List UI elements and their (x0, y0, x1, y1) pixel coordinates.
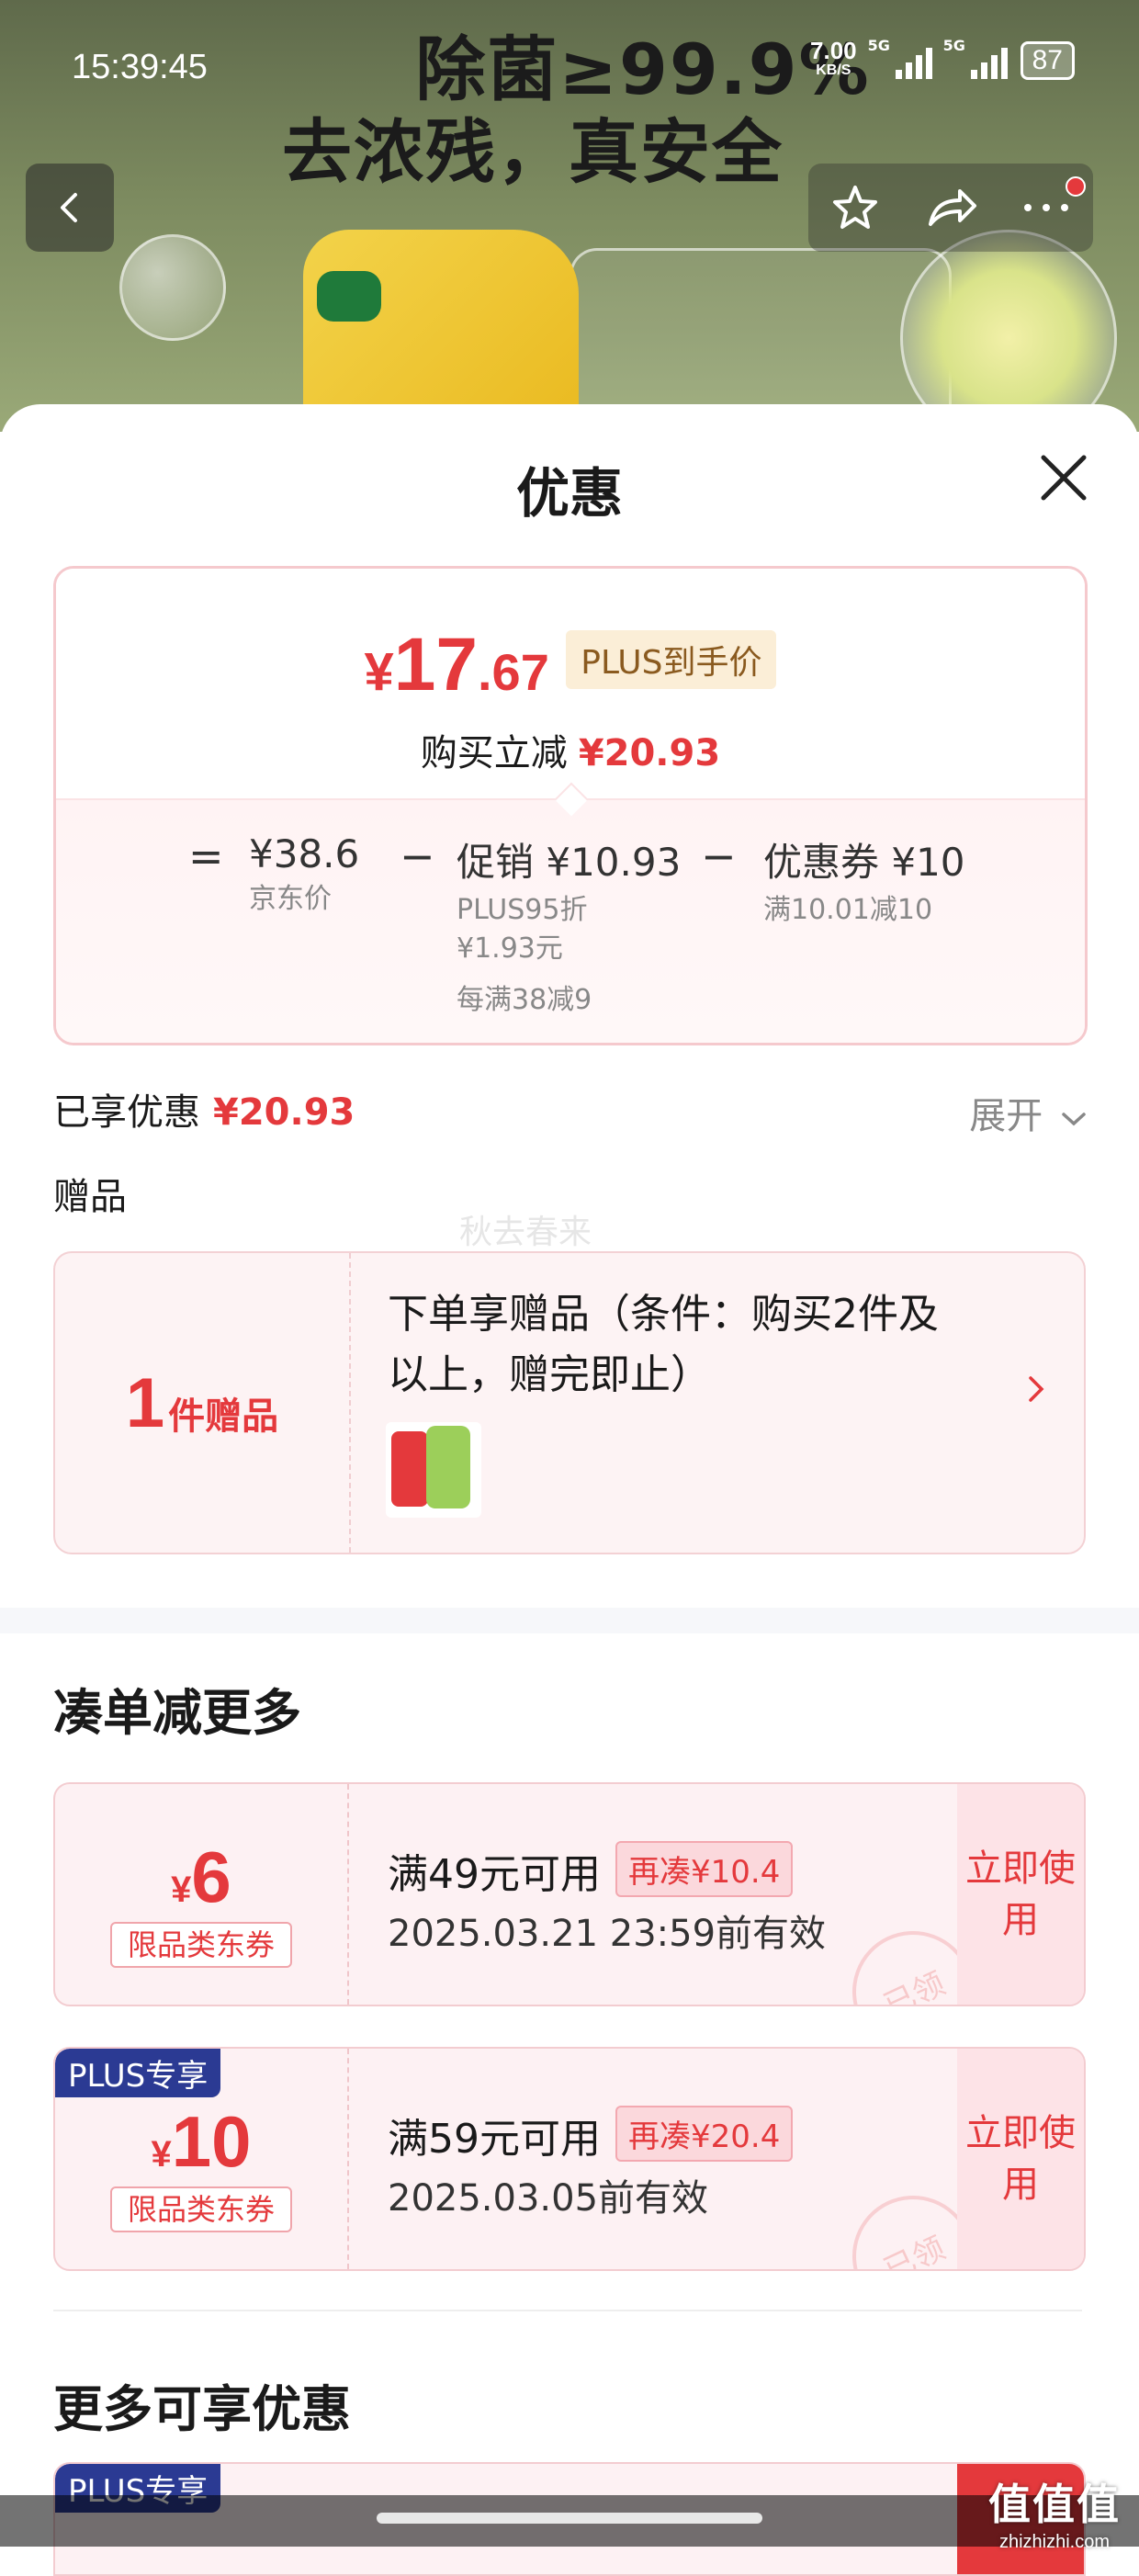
jd-price-col: ¥38.6 京东价 (249, 831, 360, 915)
coupon-col: 优惠券 ¥10 满10.01减10 (763, 840, 965, 926)
status-icons: 7.00 KB/S 5G 5G 87 (810, 37, 1075, 81)
home-indicator[interactable] (377, 2513, 762, 2524)
price-breakdown: = ¥38.6 京东价 − 促销 ¥10.93 PLUS95折 ¥1.93元 每… (56, 798, 1085, 1043)
minus-sign: − (400, 831, 435, 881)
section-divider (0, 1608, 1139, 1633)
battery-indicator: 87 (1020, 41, 1075, 80)
chevron-down-icon (1062, 1113, 1086, 1126)
expand-button[interactable]: 展开 (969, 1086, 1088, 1139)
coupon-card[interactable]: PLUS专享 ¥10 限品类东券 满59元可用 再凑¥20.4 2025.03.0… (53, 2047, 1086, 2271)
coupon-condition: 满49元可用 再凑¥10.4 (388, 1841, 794, 1900)
price-top: ¥17.67 PLUS到手价 购买立减 ¥20.93 (56, 569, 1085, 798)
lemon-bubble-graphic (900, 230, 1117, 432)
share-icon[interactable] (923, 182, 978, 233)
enjoyed-discount: 已享优惠 ¥20.93 (53, 1091, 355, 1134)
top-action-bar (808, 164, 1093, 252)
coupon-need-more: 再凑¥10.4 (615, 1841, 794, 1897)
coupon-need-more: 再凑¥20.4 (615, 2106, 794, 2162)
signal-icon: 5G (943, 37, 1008, 79)
star-icon[interactable] (829, 182, 881, 233)
plus-price-tag: PLUS到手价 (566, 630, 777, 689)
gift-thumbnail[interactable] (386, 1422, 481, 1518)
signal-icon: 5G (868, 37, 932, 79)
bundle-section-title: 凑单减更多 (53, 1684, 301, 1742)
coupon-amount: ¥6 (171, 1836, 231, 1917)
final-price: ¥17.67 (364, 623, 549, 706)
discount-sheet: 优惠 ¥17.67 PLUS到手价 购买立减 ¥20.93 = ¥38.6 京东价… (0, 404, 1139, 2576)
coupon-validity: 2025.03.21 23:59前有效 (388, 1913, 827, 1955)
coupon-amount: ¥10 (151, 2101, 252, 2182)
close-icon[interactable] (1034, 448, 1093, 507)
watermark-text: 秋去春来 (459, 1214, 592, 1251)
back-icon (61, 193, 77, 222)
status-time: 15:39:45 (72, 48, 208, 86)
promo-col: 促销 ¥10.93 PLUS95折 ¥1.93元 每满38减9 (457, 840, 682, 1016)
coupon-card[interactable]: ¥6 限品类东券 满49元可用 再凑¥10.4 2025.03.21 23:59前… (53, 1782, 1086, 2006)
use-coupon-button[interactable]: 立即使用 (957, 1784, 1084, 2005)
more-icon[interactable] (1021, 198, 1072, 217)
coupon-type: 限品类东券 (110, 2186, 292, 2232)
bottle-cap-graphic (317, 271, 381, 322)
coupon-validity: 2025.03.05前有效 (388, 2177, 709, 2220)
minus-sign: − (701, 831, 737, 881)
use-coupon-button[interactable]: 立即使用 (957, 2049, 1084, 2269)
gift-count: 1 件赠品 (55, 1253, 351, 1553)
net-speed: 7.00 KB/S (810, 37, 857, 78)
more-offers-title: 更多可享优惠 (53, 2380, 351, 2438)
divider-line (53, 2310, 1082, 2311)
instant-cut: 购买立减 ¥20.93 (420, 732, 721, 774)
product-bottle-graphic (303, 230, 579, 432)
site-watermark: 值值值 zhizhizhi.com (988, 2480, 1121, 2552)
price-summary-card: ¥17.67 PLUS到手价 购买立减 ¥20.93 = ¥38.6 京东价 − … (53, 566, 1088, 1045)
plus-exclusive-badge: PLUS专享 (55, 2049, 221, 2097)
chevron-right-icon[interactable] (1025, 1371, 1047, 1407)
notification-dot (1066, 176, 1086, 197)
equals-sign: = (188, 831, 224, 881)
bubble-graphic (119, 234, 226, 341)
gift-description: 下单享赠品（条件：购买2件及以上，赠完即止） (388, 1291, 939, 1398)
sheet-title: 优惠 (515, 462, 623, 525)
gift-card[interactable]: 1 件赠品 下单享赠品（条件：购买2件及以上，赠完即止） (53, 1251, 1086, 1554)
coupon-condition: 满59元可用 再凑¥20.4 (388, 2106, 794, 2164)
gift-section-title: 赠品 (53, 1176, 127, 1218)
back-button[interactable] (26, 164, 114, 252)
final-price-row: ¥17.67 PLUS到手价 (56, 622, 1085, 708)
coupon-type: 限品类东券 (110, 1922, 292, 1968)
